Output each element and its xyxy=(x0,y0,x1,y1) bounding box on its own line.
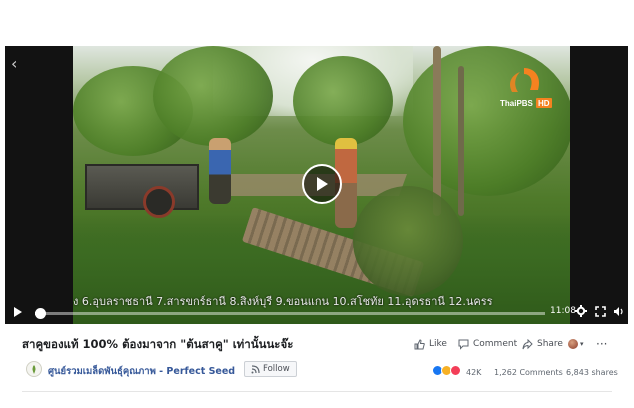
like-label: Like xyxy=(429,339,447,349)
svg-text:HD: HD xyxy=(538,99,550,108)
volume-icon[interactable] xyxy=(613,305,625,321)
play-icon xyxy=(317,177,328,191)
rss-follow-icon xyxy=(251,364,260,373)
fullscreen-icon[interactable] xyxy=(595,305,606,321)
caret-down-icon: ▾ xyxy=(580,340,584,348)
viewer-avatar xyxy=(568,339,578,349)
progress-knob[interactable] xyxy=(35,308,47,319)
share-label: Share xyxy=(537,339,563,349)
play-control-icon[interactable] xyxy=(13,305,22,321)
comment-button[interactable]: Comment xyxy=(458,336,517,352)
love-reaction-icon xyxy=(450,365,461,376)
like-button[interactable]: Like xyxy=(414,336,447,352)
time-remaining: 11:08 xyxy=(550,306,576,316)
play-overlay-button[interactable] xyxy=(302,164,342,204)
post-title: สาคูของแท้ 100% ต้องมาจาก "ต้นสาคู" เท่า… xyxy=(22,337,294,351)
reactions-count[interactable]: 42K xyxy=(466,368,481,377)
follow-label: Follow xyxy=(263,364,290,374)
video-player[interactable]: ‹ ThaiPBS HD ง 6.อุบลราชธานี 7.สารขกร์ธา… xyxy=(5,46,628,324)
player-controls: 11:08 xyxy=(5,302,628,324)
share-icon xyxy=(522,338,533,349)
progress-bar[interactable] xyxy=(35,308,545,319)
back-chevron-icon[interactable]: ‹ xyxy=(11,54,17,73)
share-as-selector[interactable]: ▾ xyxy=(568,336,584,352)
thumbs-up-icon xyxy=(414,338,425,349)
svg-text:ThaiPBS: ThaiPBS xyxy=(500,99,534,108)
shares-count[interactable]: 6,843 shares xyxy=(566,368,618,377)
settings-gear-icon[interactable] xyxy=(575,305,587,321)
follow-button[interactable]: Follow xyxy=(244,361,297,377)
comment-label: Comment xyxy=(473,339,518,349)
share-button[interactable]: Share xyxy=(522,336,563,352)
page-avatar[interactable] xyxy=(26,361,42,377)
more-options-icon[interactable]: ··· xyxy=(596,336,607,352)
divider xyxy=(22,391,612,392)
page-name-link[interactable]: ศูนย์รวมเมล็ดพันธุ์คุณภาพ - Perfect Seed xyxy=(48,364,235,379)
reactions-summary[interactable] xyxy=(432,365,461,376)
seed-logo-icon xyxy=(32,365,36,374)
comments-count[interactable]: 1,262 Comments xyxy=(494,368,563,377)
comment-icon xyxy=(458,339,469,350)
thai-pbs-hd-logo: ThaiPBS HD xyxy=(500,68,552,108)
